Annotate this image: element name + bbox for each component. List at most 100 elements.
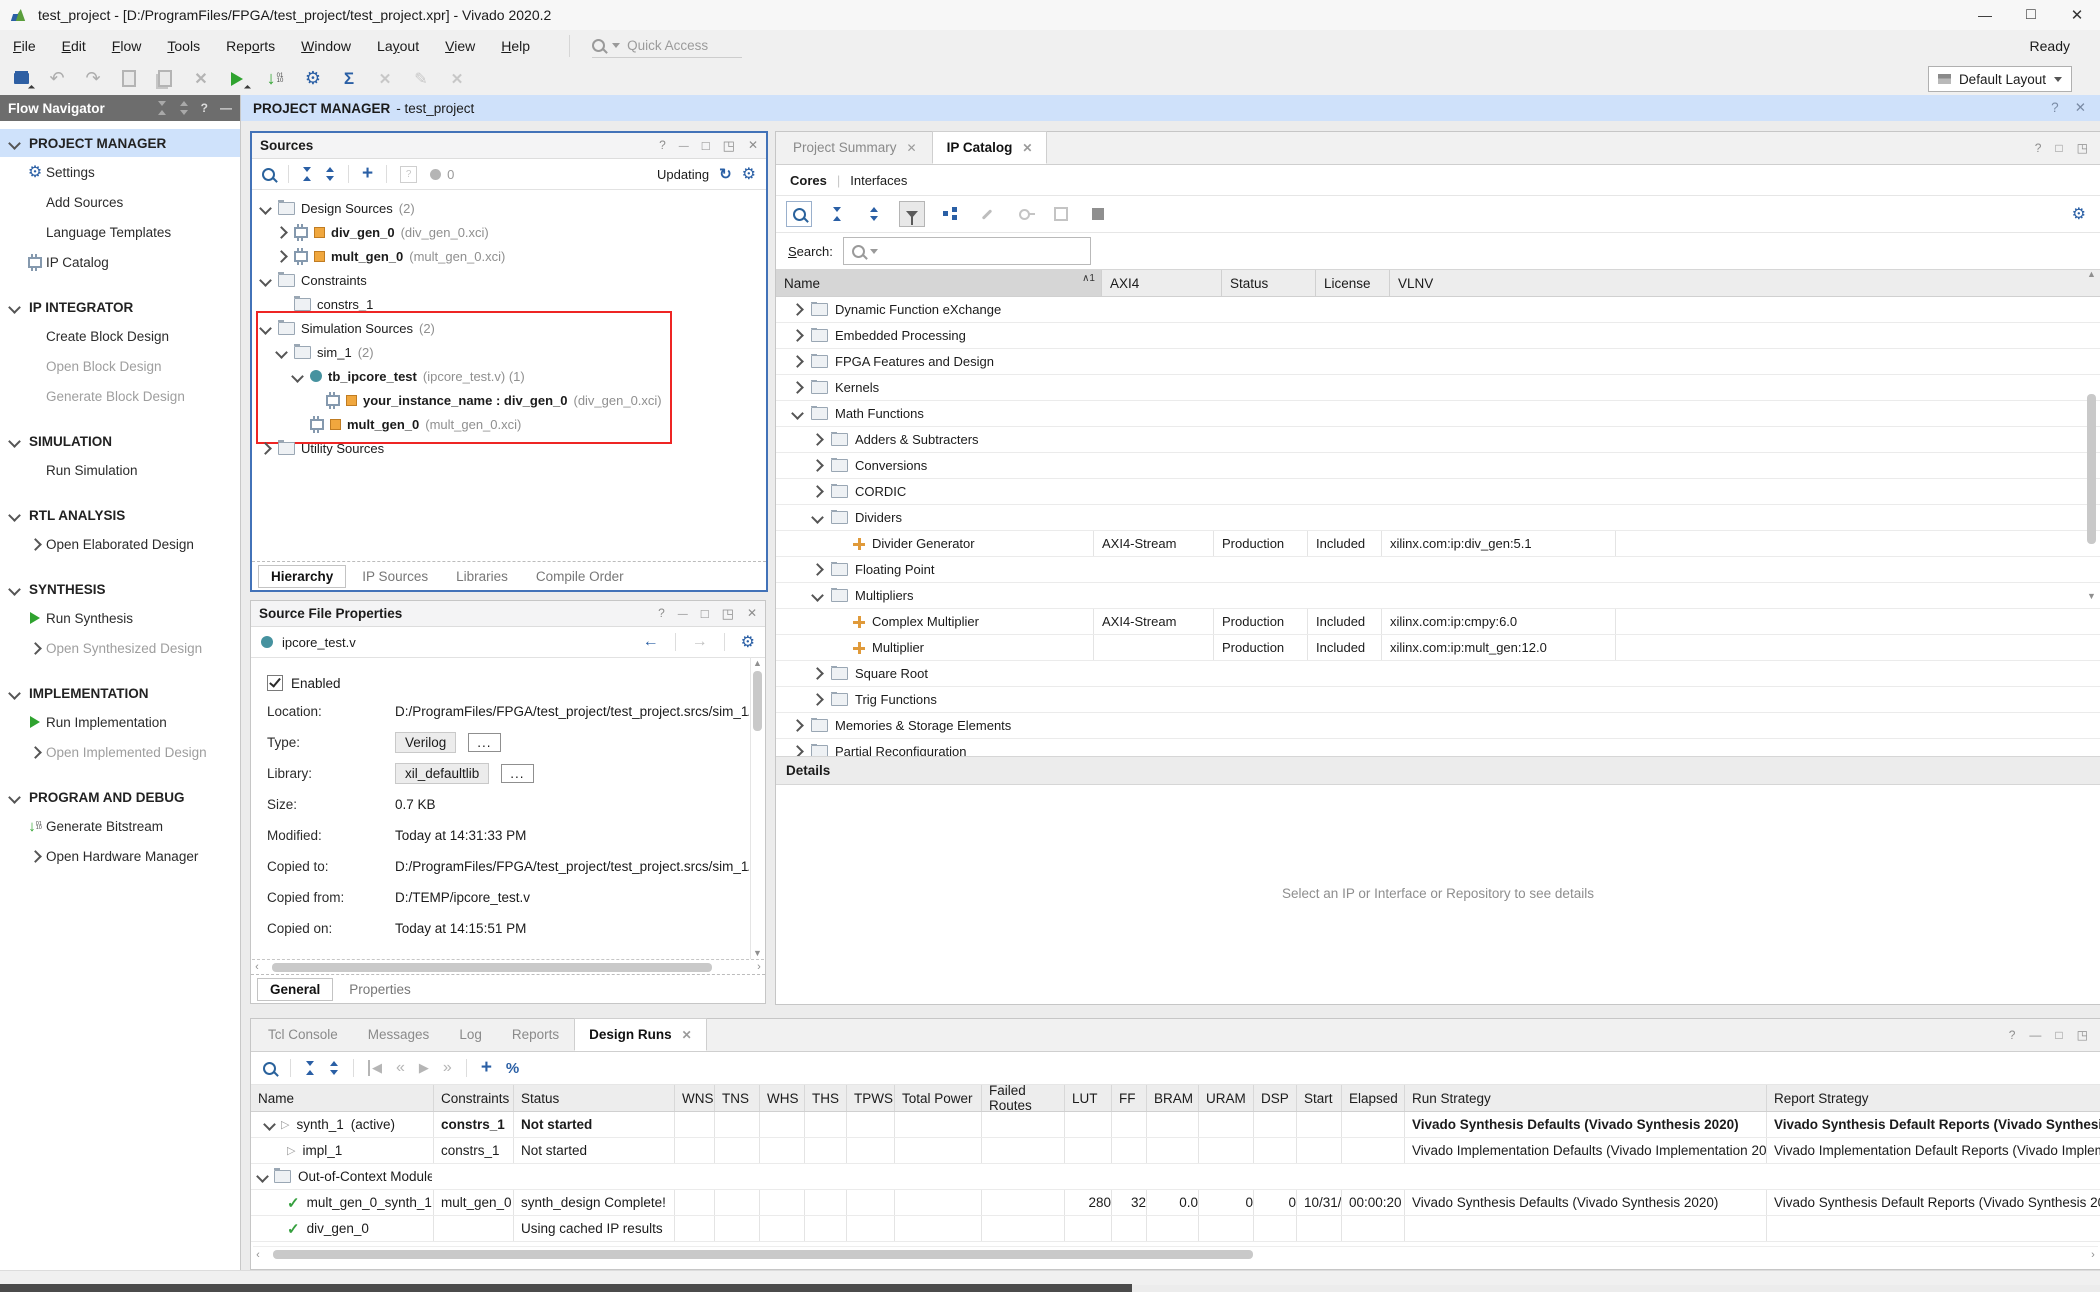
ip-row-math-functions[interactable]: Math Functions [776, 401, 2100, 427]
flownav-item-generate-block-design[interactable]: Generate Block Design [0, 381, 240, 411]
resource-utilization-icon[interactable] [506, 1060, 519, 1077]
flownav-item-add-sources[interactable]: Add Sources [0, 187, 240, 217]
menu-reports[interactable]: Reports [213, 30, 288, 62]
chevron-right-icon[interactable] [811, 459, 824, 472]
menu-help[interactable]: Help [488, 30, 543, 62]
run-icon[interactable] [419, 1060, 429, 1076]
help-icon[interactable]: ? [2009, 1028, 2016, 1042]
run-icon[interactable] [222, 66, 252, 92]
back-icon[interactable] [643, 633, 659, 651]
sources-tree-item-utility-sources[interactable]: Utility Sources [252, 436, 766, 460]
chevron-right-icon[interactable] [811, 667, 824, 680]
runs-column-elapsed[interactable]: Elapsed [1341, 1085, 1404, 1111]
runs-column-run-strategy[interactable]: Run Strategy [1404, 1085, 1766, 1111]
undo-icon[interactable] [42, 66, 72, 92]
generate-bitstream-icon[interactable] [258, 66, 292, 92]
chevron-down-icon[interactable] [275, 346, 288, 359]
create-run-icon[interactable] [481, 1057, 492, 1079]
chevron-down-icon[interactable] [8, 509, 21, 522]
cancel-icon[interactable] [370, 66, 400, 92]
chevron-right-icon[interactable] [29, 538, 42, 551]
float-icon[interactable] [723, 138, 735, 154]
chevron-down-icon[interactable] [8, 687, 21, 700]
ip-search-box[interactable] [843, 237, 1091, 265]
close-disabled-icon[interactable] [442, 66, 472, 92]
sources-tab-compile-order[interactable]: Compile Order [524, 566, 636, 587]
properties-tab-properties[interactable]: Properties [337, 979, 423, 1000]
minimize-button[interactable] [1962, 0, 2008, 30]
sum-icon[interactable] [334, 66, 364, 92]
chevron-right-icon[interactable] [791, 329, 804, 342]
ip-row-dividers[interactable]: Dividers [776, 505, 2100, 531]
maximize-button[interactable] [2008, 0, 2054, 30]
ip-row-conversions[interactable]: Conversions [776, 453, 2100, 479]
sources-tree-item-constrs-1[interactable]: constrs_1 [252, 292, 766, 316]
runs-column-ff[interactable]: FF [1111, 1085, 1146, 1111]
minimize-panel-icon[interactable]: — [220, 101, 232, 115]
sources-tree-item-simulation-sources[interactable]: Simulation Sources (2) [252, 316, 766, 340]
help-icon[interactable]: ? [2035, 141, 2042, 155]
tab-messages[interactable]: Messages [353, 1018, 445, 1051]
flownav-item-run-simulation[interactable]: Run Simulation [0, 455, 240, 485]
menu-file[interactable]: File [0, 30, 49, 62]
minimize-icon[interactable] [679, 138, 689, 154]
expand-all-icon[interactable] [329, 1061, 339, 1075]
flownav-item-open-elaborated-design[interactable]: Open Elaborated Design [0, 529, 240, 559]
maximize-icon[interactable] [702, 138, 710, 154]
tab-design-runs[interactable]: Design Runs✕ [574, 1018, 707, 1051]
close-icon[interactable]: ✕ [2075, 100, 2086, 116]
ip-search-input[interactable] [883, 243, 1082, 260]
ip-row-memories-storage-elements[interactable]: Memories & Storage Elements [776, 713, 2100, 739]
sources-tree-item-mult-gen-0[interactable]: mult_gen_0 (mult_gen_0.xci) [252, 412, 766, 436]
ip-row-multiplier[interactable]: MultiplierProductionIncludedxilinx.com:i… [776, 635, 2100, 661]
sources-tree-item-sim-1[interactable]: sim_1 (2) [252, 340, 766, 364]
float-icon[interactable] [722, 606, 734, 622]
ip-row-floating-point[interactable]: Floating Point [776, 557, 2100, 583]
runs-column-tns[interactable]: TNS [714, 1085, 759, 1111]
help-icon[interactable]: ? [201, 101, 208, 115]
ip-row-trig-functions[interactable]: Trig Functions [776, 687, 2100, 713]
chevron-down-icon[interactable] [791, 407, 804, 420]
scrollbar-thumb[interactable] [753, 671, 762, 731]
close-icon[interactable] [747, 606, 757, 622]
property-value[interactable]: xil_defaultlib [395, 763, 489, 784]
help-icon[interactable] [659, 138, 666, 154]
debug-chip-icon[interactable] [1049, 202, 1073, 226]
scrollbar-thumb[interactable] [2087, 394, 2096, 544]
tab-reports[interactable]: Reports [497, 1018, 574, 1051]
chevron-right-icon[interactable] [29, 746, 42, 759]
flownav-header-implementation[interactable]: IMPLEMENTATION [0, 679, 240, 707]
forward-icon[interactable] [692, 633, 708, 651]
sources-tree-item-your-instance-name-div-gen-0[interactable]: your_instance_name : div_gen_0 (div_gen_… [252, 388, 766, 412]
runs-column-report-strategy[interactable]: Report Strategy [1766, 1085, 2100, 1111]
float-icon[interactable]: ◳ [2077, 141, 2088, 155]
runs-column-ths[interactable]: THS [804, 1085, 846, 1111]
runs-column-bram[interactable]: BRAM [1146, 1085, 1198, 1111]
chevron-down-icon[interactable] [259, 202, 272, 215]
runs-column-dsp[interactable]: DSP [1253, 1085, 1296, 1111]
runs-column-lut[interactable]: LUT [1064, 1085, 1111, 1111]
chevron-right-icon[interactable] [791, 381, 804, 394]
search-icon[interactable] [786, 201, 812, 227]
expand-all-icon[interactable] [179, 101, 189, 115]
chevron-right-icon[interactable] [791, 303, 804, 316]
flownav-item-create-block-design[interactable]: Create Block Design [0, 321, 240, 351]
runs-column-whs[interactable]: WHS [759, 1085, 804, 1111]
column-header-name[interactable]: Name∧1 [776, 270, 1101, 296]
block-icon[interactable] [1086, 202, 1110, 226]
menu-tools[interactable]: Tools [154, 30, 213, 62]
maximize-icon[interactable]: □ [2055, 1028, 2062, 1042]
search-icon[interactable] [262, 168, 275, 181]
scrollbar-thumb[interactable] [273, 1250, 1253, 1259]
ip-row-kernels[interactable]: Kernels [776, 375, 2100, 401]
subtab-interfaces[interactable]: Interfaces [850, 173, 907, 188]
chevron-right-icon[interactable] [811, 433, 824, 446]
properties-panel-header[interactable]: Source File Properties [251, 601, 765, 627]
property-value[interactable]: Verilog [395, 732, 456, 753]
tab-tcl-console[interactable]: Tcl Console [253, 1018, 353, 1051]
ip-row-dynamic-function-exchange[interactable]: Dynamic Function eXchange [776, 297, 2100, 323]
sources-tree-item-constraints[interactable]: Constraints [252, 268, 766, 292]
close-icon[interactable] [748, 138, 758, 154]
flownav-header-synthesis[interactable]: SYNTHESIS [0, 575, 240, 603]
gear-icon[interactable] [2072, 204, 2086, 224]
